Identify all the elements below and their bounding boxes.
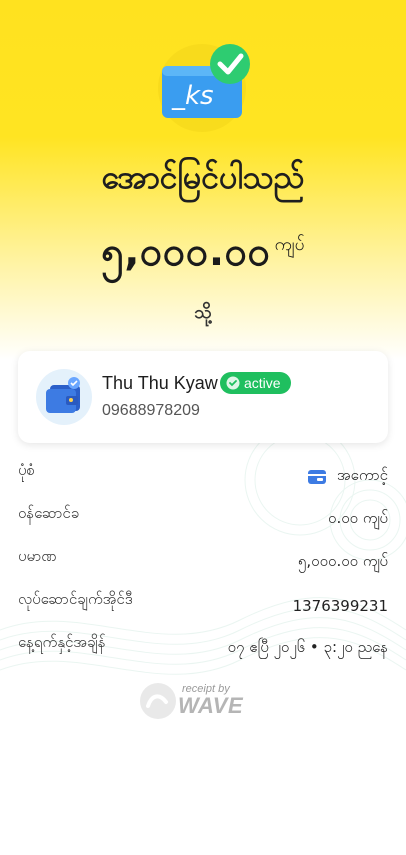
svg-text:_ks: _ks bbox=[171, 81, 214, 111]
page-title: အောင်မြင်ပါသည် bbox=[101, 158, 305, 196]
detail-value: ၅,၀၀၀.၀၀ ကျပ် bbox=[297, 551, 388, 570]
detail-label: နေ့ရက်နှင့်အချိန် bbox=[18, 632, 106, 651]
detail-row-fee: ဝန်ဆောင်ခ ၀.၀၀ ကျပ် bbox=[18, 498, 388, 541]
detail-value-text: အကောင့် bbox=[336, 465, 388, 484]
account-icon bbox=[307, 469, 326, 484]
verified-icon bbox=[226, 376, 240, 390]
detail-label: ပမာဏ bbox=[18, 546, 57, 565]
recipient-phone: 09688978209 bbox=[102, 402, 200, 419]
recipient-name: Thu Thu Kyaw bbox=[102, 373, 218, 393]
currency-label: ကျပ် bbox=[274, 234, 305, 255]
detail-row-transaction-id: လုပ်ဆောင်ချက်အိုင်ဒီ 1376399231 bbox=[18, 584, 388, 627]
recipient-card: Thu Thu Kyaw active 09688978209 bbox=[18, 351, 388, 443]
amount-display: ၅,၀၀၀.၀၀ ကျပ် bbox=[0, 226, 406, 285]
detail-label: ဝန်ဆောင်ခ bbox=[18, 503, 80, 522]
detail-label: ပုံစံ bbox=[18, 460, 35, 479]
detail-value: 1376399231 bbox=[292, 596, 388, 615]
transaction-details: ပုံစံ အကောင့် ဝန်ဆောင်ခ ၀.၀၀ ကျပ် ပမာဏ ၅… bbox=[18, 455, 388, 670]
detail-value: အကောင့် bbox=[307, 466, 388, 488]
wallet-ks-check-icon: _ks bbox=[158, 44, 250, 132]
detail-value: ၀.၀၀ ကျပ် bbox=[328, 508, 388, 527]
to-label: သို့ bbox=[194, 302, 212, 323]
detail-row-datetime: နေ့ရက်နှင့်အချိန် ၀၇ ဧပြီ ၂၀၂၆ • ၃:၂၀ ညန… bbox=[18, 627, 388, 670]
amount-value: ၅,၀၀၀.၀၀ bbox=[101, 229, 271, 275]
status-badge-label: active bbox=[244, 375, 281, 391]
status-badge: active bbox=[220, 372, 291, 394]
detail-row-type: ပုံစံ အကောင့် bbox=[18, 455, 388, 498]
wave-brand-label: WAVE bbox=[178, 693, 244, 718]
wallet-avatar-icon bbox=[36, 369, 92, 425]
detail-value: ၀၇ ဧပြီ ၂၀၂၆ • ၃:၂၀ ညနေ bbox=[227, 637, 388, 656]
detail-row-amount: ပမာဏ ၅,၀၀၀.၀၀ ကျပ် bbox=[18, 541, 388, 584]
detail-label: လုပ်ဆောင်ချက်အိုင်ဒီ bbox=[18, 589, 133, 608]
